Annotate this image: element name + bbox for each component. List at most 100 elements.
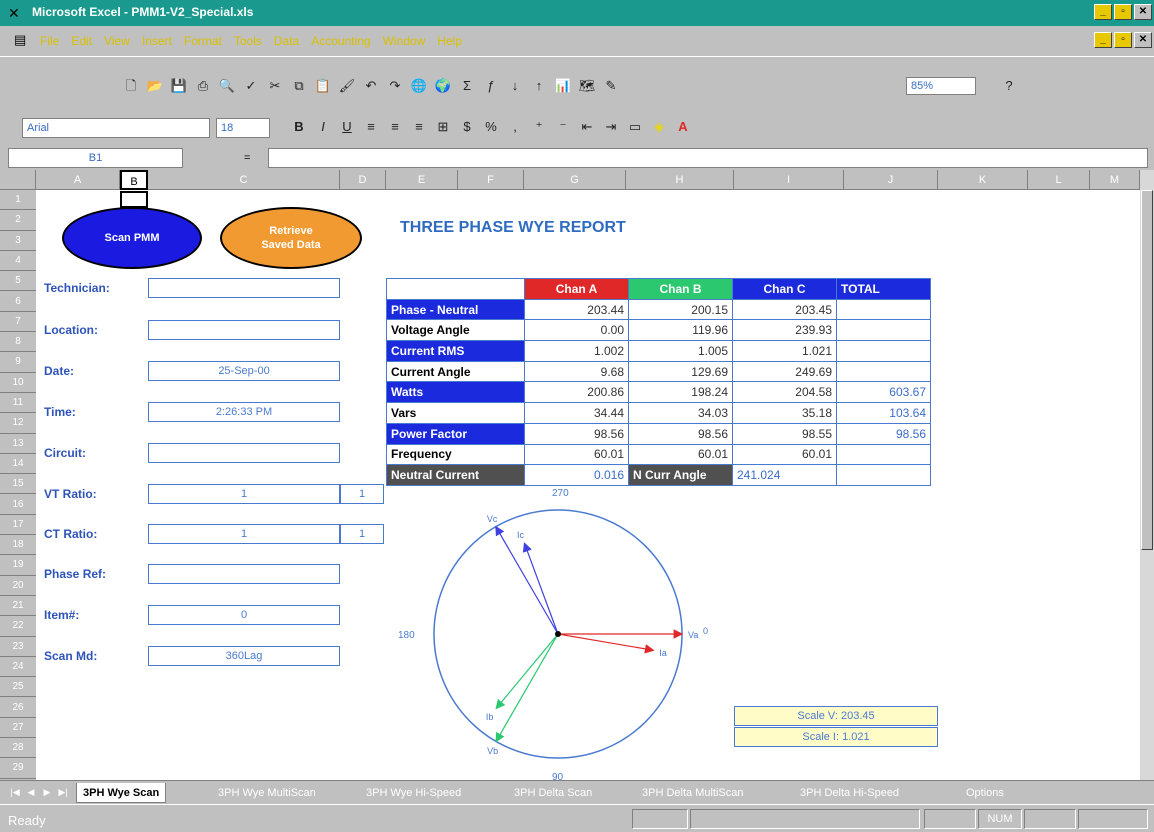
workbook-icon[interactable]: ▤ xyxy=(14,32,26,48)
menu-item-accounting[interactable]: Accounting xyxy=(311,34,370,48)
italic-icon[interactable]: I xyxy=(314,118,332,136)
column-header[interactable]: E xyxy=(386,170,458,190)
neutral-current-value[interactable]: 0.016 xyxy=(524,464,629,486)
doc-close-button[interactable]: ✕ xyxy=(1134,32,1152,48)
sheet-tab[interactable]: 3PH Delta Hi-Speed xyxy=(794,783,905,803)
row-header[interactable]: 18 xyxy=(0,535,36,556)
chan-b-value[interactable]: 34.03 xyxy=(628,402,733,424)
map-icon[interactable]: 🗺 xyxy=(578,77,596,95)
total-value[interactable]: 103.64 xyxy=(836,402,931,424)
scan-pmm-button[interactable]: Scan PMM xyxy=(62,207,202,269)
zoom-select[interactable]: 85% xyxy=(906,77,976,95)
menu-item-format[interactable]: Format xyxy=(184,34,222,48)
row-header[interactable]: 5 xyxy=(0,271,36,292)
chan-c-value[interactable]: 98.55 xyxy=(732,422,837,445)
row-header[interactable]: 24 xyxy=(0,657,36,678)
chan-a-value[interactable]: 200.86 xyxy=(524,381,629,404)
increase-indent-icon[interactable]: ⇥ xyxy=(602,118,620,136)
menu-item-edit[interactable]: Edit xyxy=(71,34,92,48)
drawing-icon[interactable]: ✎ xyxy=(602,77,620,95)
chan-c-value[interactable]: 239.93 xyxy=(732,319,837,342)
edit-formula-button[interactable]: = xyxy=(244,152,250,164)
row-header[interactable]: 22 xyxy=(0,616,36,637)
sort-ascending-icon[interactable]: ↓ xyxy=(506,77,524,95)
copy-icon[interactable]: ⧉ xyxy=(290,77,308,95)
row-header[interactable]: 6 xyxy=(0,292,36,312)
next-sheet-button[interactable]: ▶ xyxy=(40,785,54,799)
chan-b-value[interactable]: 198.24 xyxy=(628,381,733,404)
chan-b-value[interactable]: 98.56 xyxy=(628,422,733,445)
font-color-icon[interactable]: A xyxy=(674,118,692,136)
chan-b-value[interactable]: 1.005 xyxy=(628,340,733,362)
column-header[interactable]: I xyxy=(734,170,844,190)
vertical-scrollbar[interactable] xyxy=(1140,170,1154,780)
scan-mode-field[interactable]: 360Lag xyxy=(148,646,340,666)
retrieve-saved-data-button[interactable]: Retrieve Saved Data xyxy=(220,207,362,269)
row-header[interactable]: 27 xyxy=(0,718,36,739)
phase-ref-field[interactable] xyxy=(148,564,340,584)
total-value[interactable] xyxy=(836,360,931,383)
chan-a-value[interactable]: 34.44 xyxy=(524,402,629,424)
menu-item-file[interactable]: File xyxy=(40,34,59,48)
format-painter-icon[interactable]: 🖌 xyxy=(338,77,356,95)
sheet-tab[interactable]: 3PH Delta Scan xyxy=(508,783,598,803)
cut-icon[interactable]: ✂ xyxy=(266,77,284,95)
undo-icon[interactable]: ↶ xyxy=(362,77,380,95)
chan-b-value[interactable]: 129.69 xyxy=(628,360,733,383)
select-all-corner[interactable] xyxy=(0,170,36,190)
align-left-icon[interactable]: ≡ xyxy=(362,118,380,136)
decrease-indent-icon[interactable]: ⇤ xyxy=(578,118,596,136)
redo-icon[interactable]: ↷ xyxy=(386,77,404,95)
row-header[interactable]: 2 xyxy=(0,210,36,231)
column-header[interactable]: C xyxy=(148,170,340,190)
row-header[interactable]: 7 xyxy=(0,312,36,333)
sheet-tab[interactable]: 3PH Delta MultiScan xyxy=(636,783,750,803)
borders-icon[interactable]: ▭ xyxy=(626,118,644,136)
column-header[interactable]: A xyxy=(36,170,120,190)
chan-a-value[interactable]: 9.68 xyxy=(524,360,629,383)
autosum-icon[interactable]: Σ xyxy=(458,77,476,95)
column-header[interactable]: H xyxy=(626,170,734,190)
decrease-decimal-icon[interactable]: ⁻ xyxy=(554,118,572,136)
location-field[interactable] xyxy=(148,320,340,340)
first-sheet-button[interactable]: |◀ xyxy=(8,785,22,799)
function-icon[interactable]: ƒ xyxy=(482,77,500,95)
menu-item-tools[interactable]: Tools xyxy=(234,34,262,48)
menu-item-insert[interactable]: Insert xyxy=(142,34,172,48)
maximize-button[interactable]: ▫ xyxy=(1114,4,1132,20)
chart-wizard-icon[interactable]: 📊 xyxy=(554,77,572,95)
name-box[interactable]: B1 xyxy=(8,148,183,168)
spelling-icon[interactable]: ✓ xyxy=(242,77,260,95)
paste-icon[interactable]: 📋 xyxy=(314,77,332,95)
help-icon[interactable]: ? xyxy=(1000,77,1018,95)
underline-icon[interactable]: U xyxy=(338,118,356,136)
print-icon[interactable]: ⎙ xyxy=(194,77,212,95)
close-button[interactable]: ✕ xyxy=(1134,4,1152,20)
row-header[interactable]: 26 xyxy=(0,698,36,718)
total-value[interactable]: 98.56 xyxy=(836,422,931,445)
column-header[interactable]: F xyxy=(458,170,524,190)
row-header[interactable]: 8 xyxy=(0,332,36,353)
chan-c-value[interactable]: 203.45 xyxy=(732,298,837,321)
menu-item-help[interactable]: Help xyxy=(437,34,462,48)
column-header[interactable]: L xyxy=(1028,170,1090,190)
total-value[interactable] xyxy=(836,298,931,321)
chan-b-value[interactable]: 200.15 xyxy=(628,298,733,321)
row-header[interactable]: 15 xyxy=(0,474,36,495)
ct-ratio-field[interactable]: 1 xyxy=(148,524,340,544)
menu-item-window[interactable]: Window xyxy=(383,34,426,48)
time-field[interactable]: 2:26:33 PM xyxy=(148,402,340,422)
chan-a-value[interactable]: 98.56 xyxy=(524,422,629,445)
print-preview-icon[interactable]: 🔍 xyxy=(218,77,236,95)
vt-ratio-field-2[interactable]: 1 xyxy=(340,484,384,504)
item-field[interactable]: 0 xyxy=(148,605,340,625)
fill-color-icon[interactable]: ◈ xyxy=(650,118,668,136)
row-header[interactable]: 13 xyxy=(0,434,36,454)
column-header[interactable]: B xyxy=(120,170,148,190)
chan-c-value[interactable]: 204.58 xyxy=(732,381,837,404)
chan-c-value[interactable]: 35.18 xyxy=(732,402,837,424)
row-header[interactable]: 1 xyxy=(0,190,36,211)
total-value[interactable] xyxy=(836,319,931,342)
chan-c-value[interactable]: 1.021 xyxy=(732,340,837,362)
chan-a-value[interactable]: 60.01 xyxy=(524,443,629,466)
